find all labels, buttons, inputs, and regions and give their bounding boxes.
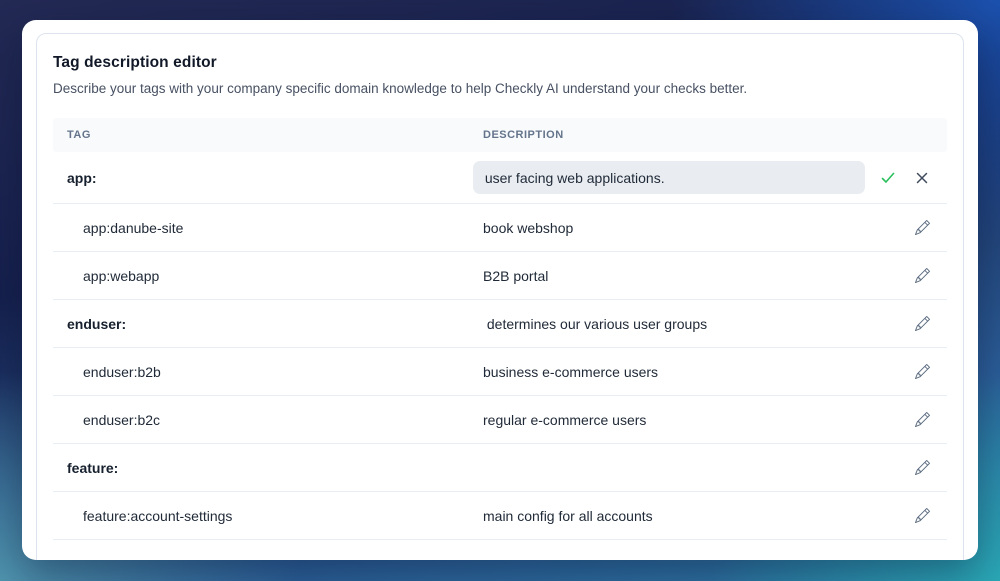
tag-label: app:webapp	[83, 267, 160, 284]
tag-column-header: TAG	[67, 129, 91, 141]
pencil-icon	[914, 316, 930, 331]
confirm-button[interactable]	[873, 163, 903, 193]
edit-button[interactable]	[907, 405, 937, 435]
pencil-icon	[914, 460, 930, 475]
description-text: book webshop	[483, 219, 574, 236]
table-row: app:danube-site book webshop	[53, 204, 947, 252]
pencil-icon	[914, 268, 930, 283]
edit-button[interactable]	[907, 501, 937, 531]
description-column-header: DESCRIPTION	[483, 129, 564, 141]
table-row: enduser:b2b business e-commerce users	[53, 348, 947, 396]
table-row: enduser: determines our various user gro…	[53, 300, 947, 348]
tag-editor-panel: Tag description editor Describe your tag…	[36, 33, 964, 560]
description-text: B2B portal	[483, 267, 549, 284]
edit-button[interactable]	[907, 309, 937, 339]
tag-editor-card: Tag description editor Describe your tag…	[22, 20, 978, 560]
table-row: app:	[53, 152, 947, 204]
pencil-icon	[914, 412, 930, 427]
tag-label: feature:account-settings	[83, 507, 233, 524]
page-title: Tag description editor	[53, 54, 217, 71]
edit-button[interactable]	[907, 357, 937, 387]
description-input[interactable]	[472, 161, 865, 194]
table-body: app: a	[53, 152, 947, 540]
table-header-row: TAG DESCRIPTION	[53, 118, 947, 152]
edit-button[interactable]	[907, 213, 937, 243]
pencil-icon	[914, 364, 930, 379]
pencil-icon	[914, 220, 930, 235]
x-icon	[915, 171, 929, 185]
tag-label: feature:	[67, 459, 119, 476]
table-row: enduser:b2c regular e-commerce users	[53, 396, 947, 444]
description-text: determines our various user groups	[483, 315, 708, 332]
description-text: regular e-commerce users	[483, 411, 647, 428]
tag-label: enduser:	[67, 315, 127, 332]
tag-label: app:	[67, 169, 97, 186]
table-row: feature:	[53, 444, 947, 492]
tag-table: TAG DESCRIPTION app: user facing web app…	[53, 118, 947, 540]
tag-label: app:danube-site	[83, 219, 184, 236]
cancel-button[interactable]	[907, 163, 937, 193]
edit-button[interactable]	[907, 261, 937, 291]
pencil-icon	[914, 508, 930, 523]
tag-label: enduser:b2b	[83, 363, 161, 380]
description-text: main config for all accounts	[483, 507, 653, 524]
tag-label: enduser:b2c	[83, 411, 161, 428]
table-row: feature:account-settings main config for…	[53, 492, 947, 540]
table-row: app:webapp B2B portal	[53, 252, 947, 300]
page-subtitle: Describe your tags with your company spe…	[53, 81, 748, 96]
edit-button[interactable]	[907, 453, 937, 483]
description-text: business e-commerce users	[483, 363, 659, 380]
check-icon	[880, 170, 896, 186]
